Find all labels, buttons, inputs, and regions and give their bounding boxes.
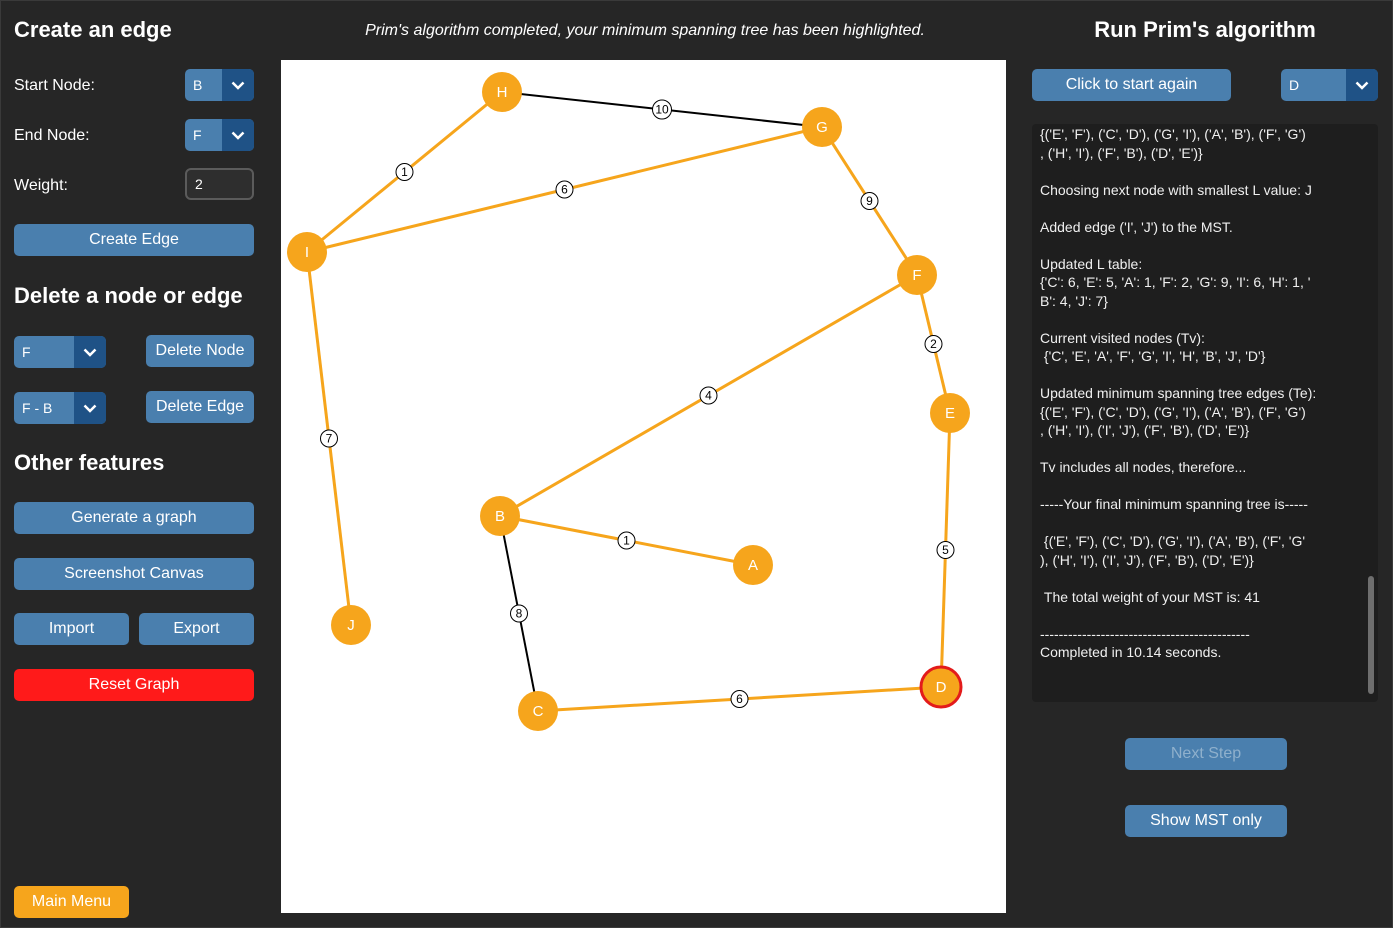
start-node-select[interactable]: B [185,69,254,101]
log-entry: Updated L table: {'C': 6, 'E': 5, 'A': 1… [1040,255,1311,309]
generate-graph-button[interactable]: Generate a graph [14,502,254,534]
chevron-down-icon [222,119,254,151]
edge-weight-label: 6 [736,692,743,706]
node-label: J [347,617,355,634]
graph-svg[interactable]: 101692471856HGIFEBAJCD [281,60,1006,913]
edge-weight-label: 1 [401,165,408,179]
node-A[interactable]: A [733,545,773,585]
node-label: F [912,267,921,284]
start-node-label: Start Node: [14,77,95,94]
start-again-button[interactable]: Click to start again [1032,69,1231,101]
node-label: H [497,84,508,101]
node-label: A [748,557,758,574]
other-features-title: Other features [14,450,165,475]
main-menu-button[interactable]: Main Menu [14,886,129,918]
weight-label: Weight: [14,177,68,194]
delete-node-button[interactable]: Delete Node [146,335,254,367]
delete-edge-value: F - B [22,400,53,416]
log-scrollbar[interactable] [1368,576,1374,694]
export-button[interactable]: Export [139,613,254,645]
delete-title: Delete a node or edge [14,283,243,308]
graph-canvas[interactable]: 10 1 6 9 2 4 7 1 8 5 6 H G I F E B A J C D [281,60,1006,913]
end-node-value: F [193,127,202,143]
edge-weight-label: 5 [942,543,949,557]
node-label: B [495,508,505,525]
node-label: E [945,405,955,422]
chevron-down-icon [74,392,106,424]
screenshot-canvas-button[interactable]: Screenshot Canvas [14,558,254,590]
edge-weight-label: 4 [705,389,712,403]
log-entry: {('E', 'F'), ('C', 'D'), ('G', 'I'), ('A… [1040,126,1306,161]
node-label: G [816,119,828,136]
log-entry: Current visited nodes (Tv): {'C', 'E', '… [1040,329,1266,365]
reset-graph-button[interactable]: Reset Graph [14,669,254,701]
edge-weight-label: 10 [655,103,669,117]
algorithm-log[interactable]: {('E', 'F'), ('C', 'D'), ('G', 'I'), ('A… [1032,124,1378,702]
log-content: {('E', 'F'), ('C', 'D'), ('G', 'I'), ('A… [1040,125,1364,680]
end-node-label: End Node: [14,127,90,144]
prim-title: Run Prim's algorithm [1094,17,1316,42]
log-entry: The total weight of your MST is: 41 [1040,588,1260,605]
log-entry: Tv includes all nodes, therefore... [1040,459,1247,475]
chevron-down-icon [1346,69,1378,101]
log-entry: ----------------------------------------… [1040,625,1250,661]
delete-edge-button[interactable]: Delete Edge [146,391,254,423]
node-H[interactable]: H [482,72,522,112]
log-entry: {('E', 'F'), ('C', 'D'), ('G', 'I'), ('A… [1040,533,1306,568]
prim-start-node-select[interactable]: D [1281,69,1378,101]
edge-weight-label: 1 [623,534,630,548]
edge-weight-label: 7 [326,432,333,446]
log-entry: Updated minimum spanning tree edges (Te)… [1040,385,1317,438]
edge-weight-label: 8 [516,607,523,621]
node-D[interactable]: D [919,665,963,709]
weight-input[interactable]: 2 [185,168,254,200]
edge-weight-label: 6 [561,183,568,197]
node-G[interactable]: G [802,107,842,147]
chevron-down-icon [222,69,254,101]
node-F[interactable]: F [897,255,937,295]
nodes-layer: H G I F E B A J C D [287,72,970,731]
create-edge-title: Create an edge [14,17,172,42]
prim-start-node-value: D [1289,77,1300,93]
edge-weight-label: 9 [866,194,873,208]
log-entry: Choosing next node with smallest L value… [1040,181,1312,198]
node-label: D [936,679,947,696]
log-entry: -----Your final minimum spanning tree is… [1040,496,1308,512]
delete-edge-select[interactable]: F - B [14,392,106,424]
edges-layer: 101692471856 [305,90,955,713]
start-node-value: B [193,77,203,93]
show-mst-button[interactable]: Show MST only [1125,805,1287,837]
node-I[interactable]: I [287,232,327,272]
delete-node-select[interactable]: F [14,336,106,368]
node-J[interactable]: J [331,605,371,645]
import-button[interactable]: Import [14,613,129,645]
status-message: Prim's algorithm completed, your minimum… [365,22,925,39]
end-node-select[interactable]: F [185,119,254,151]
node-B[interactable]: B [480,496,520,536]
node-label: C [533,703,544,720]
node-E[interactable]: E [930,393,970,433]
delete-node-value: F [22,344,31,360]
chevron-down-icon [74,336,106,368]
log-entry: Added edge ('I', 'J') to the MST. [1040,218,1233,235]
node-label: I [305,244,309,261]
node-C[interactable]: C [518,691,558,731]
edge-weight-label: 2 [930,337,937,351]
next-step-button[interactable]: Next Step [1125,738,1287,770]
create-edge-button[interactable]: Create Edge [14,224,254,256]
